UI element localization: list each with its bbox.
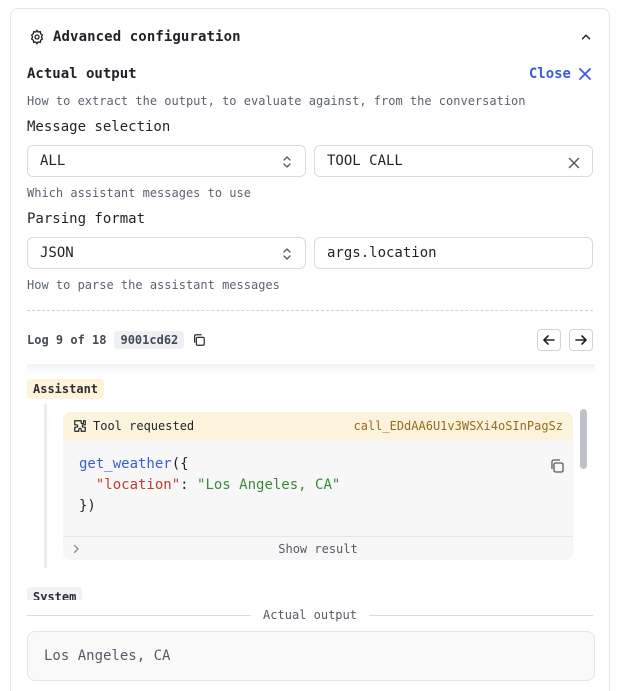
close-button-label: Close [528, 66, 571, 82]
show-result-toggle[interactable]: Show result [63, 536, 573, 560]
scroll-shadow [27, 364, 595, 374]
transcript-scrollbar[interactable] [580, 409, 587, 469]
tool-call-card: Tool requested call_EDdAA6U1v3WSXi4oSInP… [63, 412, 573, 560]
previous-log-button[interactable] [537, 329, 561, 351]
actual-output-value-box: Los Angeles, CA [27, 631, 595, 681]
advanced-config-title: Advanced configuration [53, 29, 241, 45]
actual-output-value: Los Angeles, CA [44, 648, 171, 664]
arrow-left-icon [543, 335, 555, 345]
parsing-format-label: Parsing format [27, 211, 146, 227]
log-hash-badge: 9001cd62 [114, 331, 185, 349]
code-key: "location" [95, 477, 181, 493]
parsing-path-input[interactable]: args.location [314, 237, 593, 269]
actual-output-title: Actual output [27, 66, 137, 82]
show-result-label: Show result [278, 541, 358, 556]
copy-icon[interactable] [192, 333, 206, 347]
log-position: Log 9 of 18 [27, 333, 107, 347]
system-role-badge: System [27, 587, 83, 600]
code-close: }) [79, 498, 96, 514]
message-selection-value: ALL [40, 153, 66, 169]
section-divider [27, 310, 593, 311]
actual-output-divider: Actual output [27, 607, 594, 623]
chevron-updown-icon [283, 248, 291, 260]
log-navigator: Log 9 of 18 9001cd62 [27, 329, 206, 351]
code-open: ({ [171, 456, 189, 472]
message-selection-help: Which assistant messages to use [27, 186, 251, 200]
message-filter-field[interactable]: TOOL CALL [314, 145, 593, 177]
chevron-updown-icon [283, 156, 291, 168]
message-selection-label: Message selection [27, 119, 171, 135]
code-value: "Los Angeles, CA" [197, 477, 341, 493]
parsing-format-help: How to parse the assistant messages [27, 278, 280, 292]
code-function-name: get_weather [79, 456, 172, 472]
message-filter-value: TOOL CALL [327, 153, 403, 169]
tool-call-header: Tool requested call_EDdAA6U1v3WSXi4oSInP… [63, 412, 573, 440]
parsing-format-value: JSON [40, 245, 74, 261]
parsing-format-select[interactable]: JSON [27, 237, 306, 269]
tool-call-code: get_weather({ "location": "Los Angeles, … [79, 454, 340, 517]
parsing-path-value: args.location [327, 245, 437, 261]
gear-icon [30, 29, 44, 45]
chevron-up-icon[interactable] [579, 30, 593, 44]
advanced-config-header[interactable]: Advanced configuration [11, 9, 609, 65]
copy-code-icon[interactable] [549, 458, 565, 474]
assistant-role-badge: Assistant [27, 379, 105, 399]
arrow-right-icon [575, 335, 587, 345]
message-thread-bar [44, 404, 47, 568]
code-colon: : [180, 477, 198, 493]
clear-icon[interactable] [568, 156, 580, 170]
message-selection-select[interactable]: ALL [27, 145, 306, 177]
divider-line-right [368, 614, 594, 616]
chevron-right-icon [73, 544, 79, 554]
puzzle-icon [74, 420, 86, 432]
divider-line-left [27, 614, 252, 616]
tool-call-id: call_EDdAA6U1v3WSXi4oSInPagSz [353, 419, 563, 433]
actual-output-description: How to extract the output, to evaluate a… [27, 94, 526, 108]
close-button[interactable]: Close [529, 66, 591, 82]
close-icon [579, 68, 591, 80]
tool-requested-label: Tool requested [93, 419, 195, 433]
advanced-config-panel: Advanced configuration Actual output Clo… [10, 8, 610, 691]
next-log-button[interactable] [569, 329, 593, 351]
conversation-transcript[interactable]: Assistant Tool requested call_EDdAA6U1v3… [27, 364, 595, 600]
actual-output-divider-label: Actual output [263, 608, 357, 622]
